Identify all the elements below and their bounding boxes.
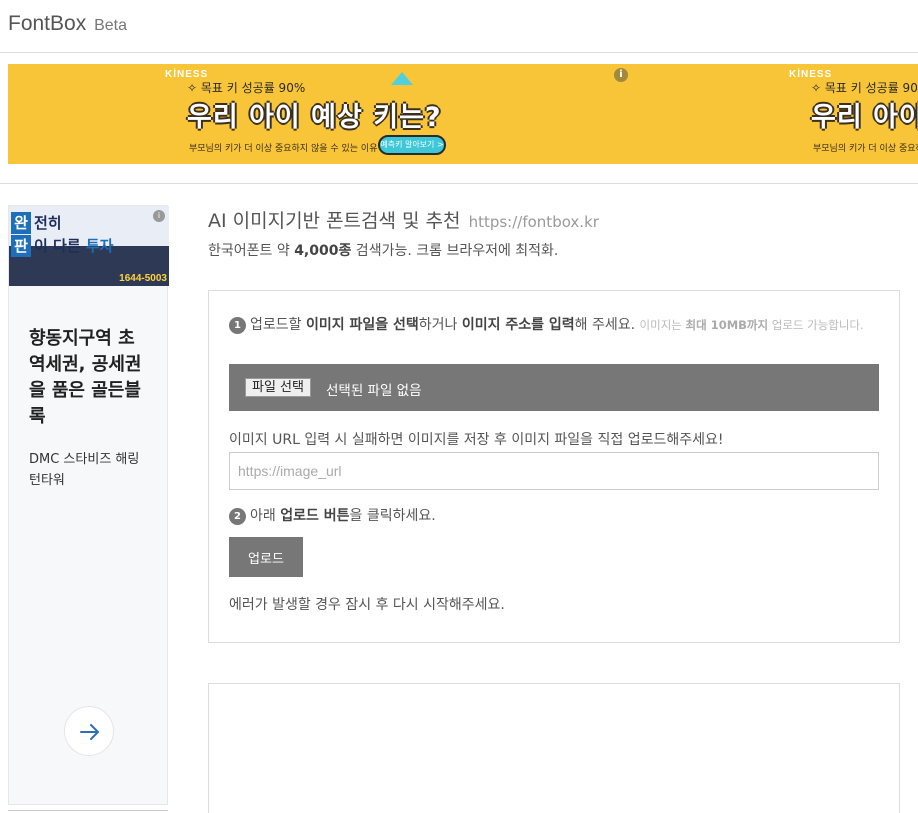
- banner-info-icon[interactable]: i: [153, 210, 165, 222]
- site-logo[interactable]: FontBox Beta: [8, 12, 127, 36]
- banner-word-text: 이 다른: [34, 237, 86, 255]
- step2-instruction: 2 아래 업로드 버튼을 클릭하세요.: [229, 505, 436, 525]
- file-size-note: 이미지는 최대 10MB까지 업로드 가능합니다.: [640, 318, 864, 332]
- page-title: AI 이미지기반 폰트검색 및 추천 https://fontbox.kr: [208, 206, 599, 233]
- step-text: 하거나: [418, 317, 462, 333]
- side-ad[interactable]: 완 전히 판 이 다른 투자 i 1644-5003 향동지구역 초역세권, 공…: [8, 205, 169, 805]
- subtitle-text: 한국어폰트 약: [208, 243, 295, 259]
- step-emphasis: 업로드 버튼: [280, 508, 350, 524]
- side-ad-banner-image[interactable]: 완 전히 판 이 다른 투자 i 1644-5003: [9, 206, 169, 286]
- upload-button[interactable]: 업로드: [229, 537, 303, 577]
- site-header: FontBox Beta: [0, 0, 918, 53]
- image-url-input[interactable]: [229, 452, 879, 490]
- step-number-badge: 2: [229, 507, 246, 525]
- step-text: 을 클릭하세요.: [349, 508, 436, 524]
- arrow-right-icon: [80, 724, 99, 740]
- choose-file-button[interactable]: 파일 선택: [245, 378, 311, 397]
- step-emphasis: 이미지 파일을 선택: [305, 317, 419, 333]
- note-emphasis: 최대 10MB까지: [685, 318, 769, 332]
- note-text: 이미지는: [639, 318, 686, 332]
- banner-word-box: 판: [11, 235, 31, 257]
- page-subtitle: 한국어폰트 약 4,000종 검색가능. 크롬 브라우저에 최적화.: [208, 240, 558, 260]
- ad-headline: 우리 아이 예상 키는?: [811, 102, 918, 133]
- ad-info-icon[interactable]: i: [614, 68, 628, 82]
- ad-headline: 우리 아이 예상 키는?: [187, 102, 442, 133]
- side-ad-title[interactable]: 향동지구역 초역세권, 공세권을 품은 골든블록: [29, 326, 149, 430]
- ad-creative[interactable]: KİNESS ✧ 목표 키 성공률 90% 우리 아이 예상 키는? 부모님의 …: [165, 64, 465, 164]
- ad-arrow-up-icon: [391, 72, 413, 85]
- file-status: 선택된 파일 없음: [326, 383, 422, 399]
- font-count: 4,000종: [294, 243, 352, 259]
- section-divider: [0, 183, 918, 184]
- url-hint: 이미지 URL 입력 시 실패하면 이미지를 저장 후 이미지 파일을 직접 업…: [229, 432, 724, 448]
- side-ad-arrow-button[interactable]: [64, 706, 114, 756]
- upload-panel: 1 업로드할 이미지 파일을 선택하거나 이미지 주소를 입력해 주세요. 이미지…: [208, 290, 900, 643]
- step1-instruction: 1 업로드할 이미지 파일을 선택하거나 이미지 주소를 입력해 주세요. 이미지…: [229, 313, 879, 337]
- step-text: 업로드할: [250, 317, 306, 333]
- banner-word-accent: 투자: [85, 237, 114, 255]
- file-picker[interactable]: 파일 선택 선택된 파일 없음: [229, 364, 879, 411]
- step-number-badge: 1: [229, 316, 246, 334]
- side-ad-description: DMC 스타비즈 해링턴타워: [29, 452, 140, 488]
- subtitle-text: 검색가능. 크롬 브라우저에 최적화.: [351, 243, 559, 259]
- beta-badge: Beta: [94, 17, 127, 34]
- ad-tagline: ✧ 목표 키 성공률 90%: [811, 81, 918, 95]
- side-ad-bottom-line: [8, 810, 168, 811]
- step-text: 해 주세요.: [574, 317, 640, 333]
- note-text: 업로드 가능합니다.: [768, 318, 864, 332]
- results-panel: [208, 683, 900, 813]
- step-emphasis: 이미지 주소를 입력: [461, 317, 575, 333]
- top-banner-ad[interactable]: KİNESS ✧ 목표 키 성공률 90% 우리 아이 예상 키는? 부모님의 …: [8, 64, 918, 164]
- ad-subtext: 부모님의 키가 더 이상 중요하지 않을 수 있는 이유: [189, 144, 378, 154]
- banner-word: 전히: [34, 214, 62, 232]
- step-text: 아래: [250, 508, 281, 524]
- ad-cta-button[interactable]: 예측키 알아보기 >: [378, 135, 446, 155]
- logo-text: FontBox: [8, 12, 87, 35]
- ad-tagline: ✧ 목표 키 성공률 90%: [187, 81, 306, 95]
- ad-subtext: 부모님의 키가 더 이상 중요하지 않을 수 있는 이유: [813, 144, 918, 154]
- ad-creative-repeat[interactable]: KİNESS ✧ 목표 키 성공률 90% 우리 아이 예상 키는? 부모님의 …: [789, 64, 918, 164]
- banner-phone: 1644-5003: [119, 273, 167, 284]
- site-url[interactable]: https://fontbox.kr: [469, 213, 599, 231]
- error-note: 에러가 발생할 경우 잠시 후 다시 시작해주세요.: [229, 597, 505, 613]
- banner-word: 이 다른 투자: [34, 235, 113, 257]
- banner-word-box: 완: [11, 212, 31, 234]
- page-title-text: AI 이미지기반 폰트검색 및 추천: [208, 210, 461, 232]
